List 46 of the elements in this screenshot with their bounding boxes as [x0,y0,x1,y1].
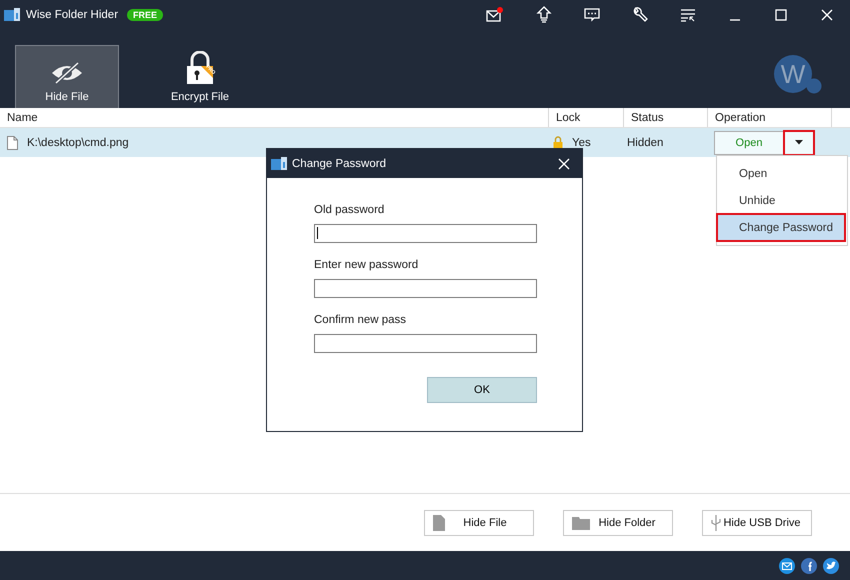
menu-icon[interactable] [680,8,696,22]
settings-icon[interactable] [632,7,648,23]
hide-status: Hidden [627,136,664,148]
app-logo-icon [271,156,287,170]
open-button[interactable]: Open [714,130,784,154]
column-header[interactable]: Status [624,108,708,127]
hide-button[interactable]: Hide File [424,510,534,536]
menu-item[interactable]: Change Password [717,214,845,241]
maximize-icon[interactable] [775,9,787,21]
upgrade-icon[interactable] [536,6,552,24]
feedback-icon[interactable] [584,8,600,22]
file-icon [433,514,445,530]
menu-item[interactable]: Open [717,160,845,187]
close-icon[interactable] [821,9,833,21]
lock-status: Yes [572,136,591,148]
password-field[interactable] [314,279,537,298]
mail-icon[interactable] [486,7,504,23]
twitter-icon[interactable] [823,558,839,574]
field-label: Enter new password [314,259,420,271]
caret-icon [794,140,802,145]
file-icon [7,136,18,150]
ok-button[interactable]: OK [427,377,537,403]
facebook-icon[interactable] [801,558,817,574]
file-path: K:\desktop\cmd.png [27,136,129,148]
column-header[interactable]: Operation [708,108,832,127]
field-label: Confirm new pass [314,314,408,326]
password-field[interactable] [314,334,537,353]
nav-tab[interactable]: Hide File [15,45,119,108]
column-header[interactable]: Name [0,108,549,127]
free-badge: FREE [127,9,164,21]
dropdown-button[interactable] [784,130,814,154]
email-icon[interactable] [779,558,795,574]
usb-icon [711,514,721,530]
hide-button[interactable]: Hide Folder [563,510,673,536]
field-label: Old password [314,204,386,216]
folder-icon [572,516,590,530]
password-field[interactable] [314,224,537,243]
hidden-eye-icon [50,61,84,85]
app-logo-icon [4,8,20,22]
padlock-icon [185,51,215,85]
hide-button[interactable]: Hide USB Drive [702,510,812,536]
app-title: Wise Folder Hider [26,9,118,21]
dialog-title: Change Password [292,158,386,170]
close-icon[interactable] [558,158,570,170]
menu-item[interactable]: Unhide [717,187,845,214]
column-header[interactable]: Lock [549,108,624,127]
